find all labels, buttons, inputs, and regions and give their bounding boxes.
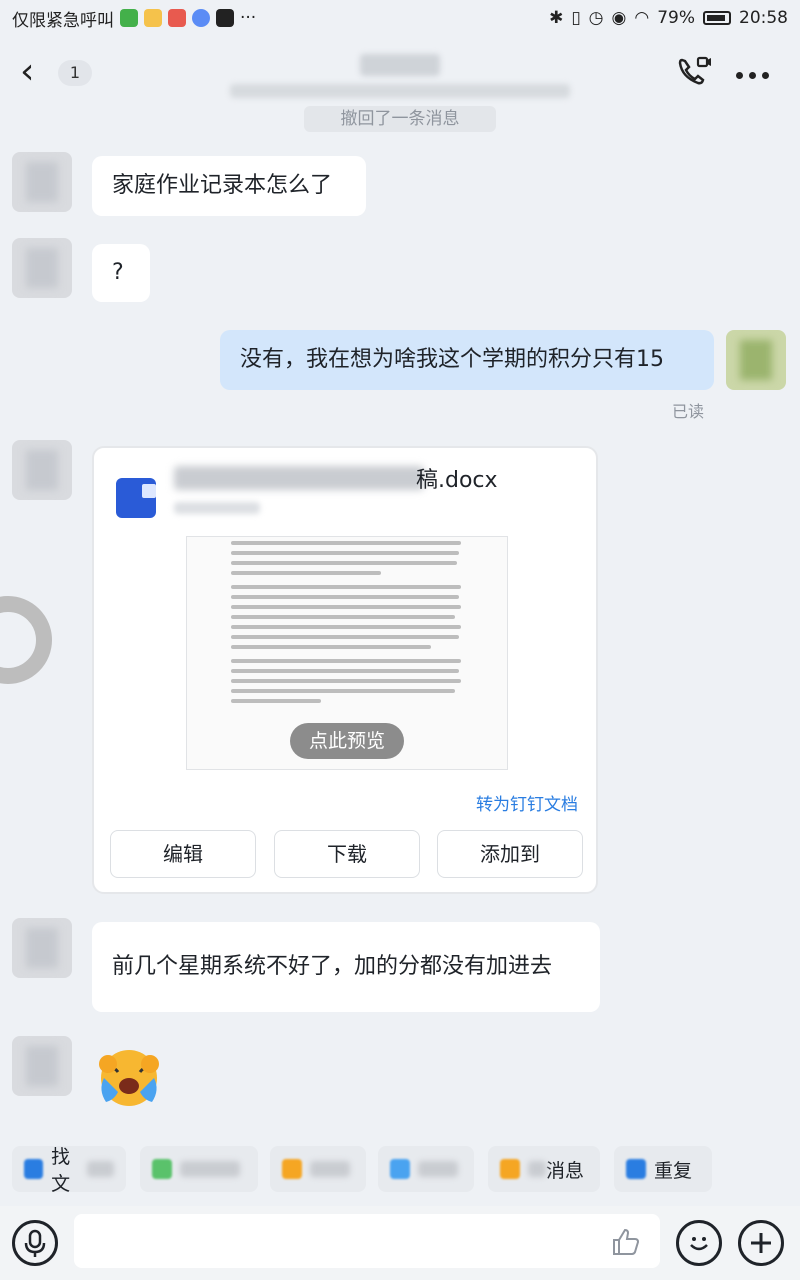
avatar[interactable] [12, 238, 72, 298]
thumbs-up-icon[interactable] [610, 1226, 642, 1258]
bluetooth-icon: ✱ [549, 8, 564, 28]
add-to-button[interactable]: 添加到 [437, 830, 583, 878]
message-bubble[interactable]: 家庭作业记录本怎么了 [92, 156, 366, 216]
quick-action-repeat[interactable]: 重复 [614, 1146, 712, 1192]
crying-emoji-icon[interactable] [94, 1042, 164, 1108]
vibrate-icon: ▯ [571, 8, 581, 28]
input-bar [0, 1206, 800, 1280]
quick-actions-bar: 找文 消息 重复 [0, 1142, 800, 1195]
file-name: 稿.docx [416, 468, 498, 493]
plus-icon[interactable] [738, 1220, 784, 1266]
message-input[interactable] [74, 1214, 660, 1268]
emoji-icon[interactable] [676, 1220, 722, 1266]
chat-title-redacted [360, 54, 440, 76]
quick-action[interactable] [140, 1146, 258, 1192]
avatar[interactable] [12, 440, 72, 500]
more-notifications: ··· [240, 8, 257, 28]
quick-action-message[interactable]: 消息 [488, 1146, 600, 1192]
chat-header: ‹ 1 [0, 40, 800, 110]
carrier-text: 仅限紧急呼叫 [12, 10, 114, 31]
quick-action[interactable] [270, 1146, 366, 1192]
quick-action-find-file[interactable]: 找文 [12, 1146, 126, 1195]
app-icon [144, 9, 162, 27]
edit-button[interactable]: 编辑 [110, 830, 256, 878]
preview-button[interactable]: 点此预览 [290, 723, 404, 759]
file-card[interactable]: 稿.docx 点此预览 转为钉钉文档 编辑 下载 添加到 [92, 446, 598, 894]
more-options-icon[interactable] [736, 64, 776, 80]
chat-subtitle-redacted [230, 84, 570, 98]
message-bubble[interactable]: ? [92, 244, 150, 302]
avatar[interactable] [12, 152, 72, 212]
tiktok-icon [216, 9, 234, 27]
message-bubble[interactable]: 前几个星期系统不好了，加的分都没有加进去 [92, 922, 600, 1012]
quick-action[interactable] [378, 1146, 474, 1192]
convert-to-doc-link[interactable]: 转为钉钉文档 [476, 790, 578, 815]
unread-count-badge: 1 [58, 60, 92, 86]
avatar[interactable] [12, 1036, 72, 1096]
video-call-icon[interactable] [676, 54, 712, 90]
avatar[interactable] [12, 918, 72, 978]
music-icon [192, 9, 210, 27]
wifi-icon: ◠ [634, 8, 650, 28]
docx-file-icon [116, 478, 156, 518]
eye-icon: ◉ [611, 8, 627, 28]
my-avatar[interactable] [726, 330, 786, 390]
microphone-icon[interactable] [12, 1220, 58, 1266]
battery-icon [703, 11, 731, 25]
filename-redacted [174, 466, 424, 490]
battery-percent: 79% [657, 8, 695, 28]
my-message-bubble[interactable]: 没有，我在想为啥我这个学期的积分只有15 [220, 330, 714, 390]
app-icon [120, 9, 138, 27]
file-size-redacted [174, 502, 260, 514]
status-bar: 仅限紧急呼叫 ··· ✱ ▯ ◷ ◉ ◠ 79% 20:58 [0, 0, 800, 36]
floating-assistant-ring[interactable] [0, 596, 52, 684]
download-button[interactable]: 下载 [274, 830, 420, 878]
app-icon [168, 9, 186, 27]
back-arrow-icon[interactable]: ‹ [20, 52, 34, 92]
search-file-icon [24, 1159, 44, 1179]
clock: 20:58 [739, 8, 788, 28]
recall-notice: 撤回了一条消息 [304, 106, 496, 132]
read-status: 已读 [672, 402, 705, 421]
alarm-icon: ◷ [588, 8, 604, 28]
document-preview[interactable]: 点此预览 [186, 536, 508, 770]
